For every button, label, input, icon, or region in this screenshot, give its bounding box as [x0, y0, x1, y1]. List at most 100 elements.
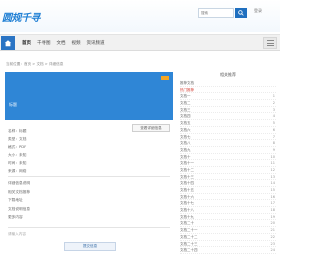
info-row[interactable]: 详细信息说明 [8, 179, 173, 188]
search-button[interactable] [235, 8, 247, 18]
sidebar-item-count [275, 80, 276, 86]
sidebar-item[interactable]: 文档三 3 [180, 107, 276, 114]
nav-item-video[interactable]: 视频 [72, 40, 81, 46]
menu-icon [266, 40, 274, 41]
sidebar-item-count: 1 [272, 94, 275, 99]
divider [8, 176, 170, 177]
field-row: 时间：未知 [8, 161, 27, 165]
sidebar-item-label: 文档五 [180, 121, 191, 126]
site-header: 圆规千寻 登录 [0, 0, 280, 32]
sidebar-item-label: 文档十四 [180, 181, 194, 186]
sidebar-item[interactable]: 文档二 2 [180, 100, 276, 107]
search-icon [238, 10, 244, 16]
nav-item-docs[interactable]: 文档 [57, 40, 66, 46]
sidebar-item[interactable]: 文档七 7 [180, 134, 276, 141]
sidebar-item-count: 8 [272, 141, 275, 146]
sidebar-item-count: 5 [272, 121, 275, 126]
field-row: 大小：未知 [8, 153, 27, 157]
menu-button[interactable] [263, 37, 277, 49]
info-row[interactable]: 下载地址 [8, 196, 173, 205]
sidebar-item[interactable]: 文档十三 13 [180, 174, 276, 181]
sidebar-item-label: 文档十七 [180, 201, 194, 206]
home-icon [4, 40, 12, 47]
sidebar-item-count: 18 [270, 208, 275, 213]
sidebar-item[interactable]: 文档五 5 [180, 120, 276, 127]
sidebar-title: 相关推荐 [220, 72, 236, 77]
banner-text: 标题 [9, 102, 17, 107]
sidebar-item[interactable]: 文档十四 14 [180, 180, 276, 187]
sidebar-item-label: 文档二十三 [180, 241, 198, 246]
sidebar-item-count: 21 [270, 228, 275, 233]
sidebar-item[interactable]: 文档十二 12 [180, 167, 276, 174]
sidebar-list: 推荐文档热门推荐 文档一 1 文档二 2 文档三 3 文档四 4 文档五 5 文档六 6 文档七 7 文档八 8… [180, 80, 276, 254]
sidebar-item-label: 推荐文档 [180, 81, 194, 85]
sidebar-item-label: 文档四 [180, 114, 191, 119]
search-input[interactable] [199, 9, 233, 17]
sidebar-item-label: 文档十 [180, 154, 191, 159]
sidebar-item-count: 24 [270, 248, 275, 253]
sidebar-item[interactable]: 文档十八 18 [180, 207, 276, 214]
sidebar-item[interactable]: 文档九 9 [180, 147, 276, 154]
sidebar-item-count: 6 [272, 127, 275, 132]
sidebar-item[interactable]: 文档十五 15 [180, 187, 276, 194]
banner-tag [161, 76, 169, 80]
login-link[interactable]: 登录 [254, 8, 262, 14]
sidebar-item[interactable]: 文档四 4 [180, 113, 276, 121]
field-row: 名称：标题 [8, 129, 27, 133]
sidebar-item-count: 2 [272, 101, 275, 106]
site-logo[interactable]: 圆规千寻 [2, 9, 41, 24]
content-banner: 标题 [5, 72, 173, 120]
sidebar-item-label: 文档十九 [180, 214, 194, 219]
sidebar-item-label: 文档十三 [180, 174, 194, 179]
sidebar-item-label: 文档十二 [180, 167, 194, 172]
sidebar-item[interactable]: 文档六 6 [180, 127, 276, 134]
sidebar-item[interactable]: 文档八 8 [180, 140, 276, 147]
sidebar-item[interactable]: 文档十七 17 [180, 200, 276, 208]
sidebar-item-label: 文档十八 [180, 208, 194, 213]
sidebar-item[interactable]: 文档二十四 24 [180, 247, 276, 254]
nav-item-news[interactable]: 资讯频道 [87, 40, 105, 46]
sidebar-item-label: 文档二十一 [180, 228, 198, 233]
info-row[interactable]: 文档说明信息 [8, 205, 173, 214]
sidebar-item-count [275, 87, 276, 93]
nav-item-map[interactable]: 千寻图 [37, 40, 51, 46]
sidebar-item[interactable]: 推荐文档 [180, 80, 276, 87]
sidebar-item[interactable]: 文档二十一 21 [180, 227, 276, 234]
sidebar-item[interactable]: 热门推荐 [180, 87, 276, 94]
info-row[interactable]: 更多内容 [8, 213, 173, 222]
sidebar-item[interactable]: 文档十 10 [180, 154, 276, 161]
nav-item-home[interactable]: 首页 [22, 40, 31, 46]
sidebar-item-label: 文档二 [180, 101, 191, 106]
field-row: 格式：PDF [8, 145, 27, 149]
search-box[interactable] [198, 8, 234, 18]
sidebar-item[interactable]: 文档二十 20 [180, 220, 276, 228]
sidebar-item-label: 文档六 [180, 127, 191, 132]
sidebar-item-label: 文档八 [180, 141, 191, 146]
sidebar-item-count: 16 [270, 194, 275, 199]
sidebar-item-count: 11 [270, 161, 275, 166]
sidebar-item[interactable]: 文档二十三 23 [180, 241, 276, 248]
sidebar-item-count: 19 [270, 214, 275, 219]
sidebar-item-label: 文档二十 [180, 221, 194, 226]
field-row: 类型：文档 [8, 137, 27, 141]
sidebar-item[interactable]: 文档二十二 22 [180, 234, 276, 241]
more-info-section: 详细信息说明 相关文档推荐 下载地址 文档说明信息 更多内容 [8, 179, 173, 222]
home-button[interactable] [1, 36, 15, 50]
sidebar-item-label: 热门推荐 [180, 87, 194, 92]
sidebar-item-count: 7 [272, 134, 275, 139]
sidebar-item-count: 13 [270, 174, 275, 179]
sidebar-item[interactable]: 文档十九 19 [180, 214, 276, 221]
submit-button[interactable]: 提交信息 [64, 242, 116, 251]
sidebar-item-count: 4 [272, 114, 275, 119]
sidebar-item-count: 22 [270, 234, 275, 239]
sidebar-item[interactable]: 文档十六 16 [180, 194, 276, 201]
comment-input[interactable]: 请输入内容 [8, 232, 26, 237]
main-nav: 首页 千寻图 文档 视频 资讯频道 [0, 34, 280, 51]
sidebar-item[interactable]: 文档十一 11 [180, 160, 276, 167]
sidebar-item[interactable]: 文档一 1 [180, 93, 276, 101]
sidebar-item-label: 文档二十二 [180, 234, 198, 239]
sidebar-item-count: 14 [270, 181, 275, 186]
info-row[interactable]: 相关文档推荐 [8, 188, 173, 197]
sidebar-item-label: 文档十一 [180, 161, 194, 166]
sidebar-item-count: 12 [270, 167, 275, 172]
